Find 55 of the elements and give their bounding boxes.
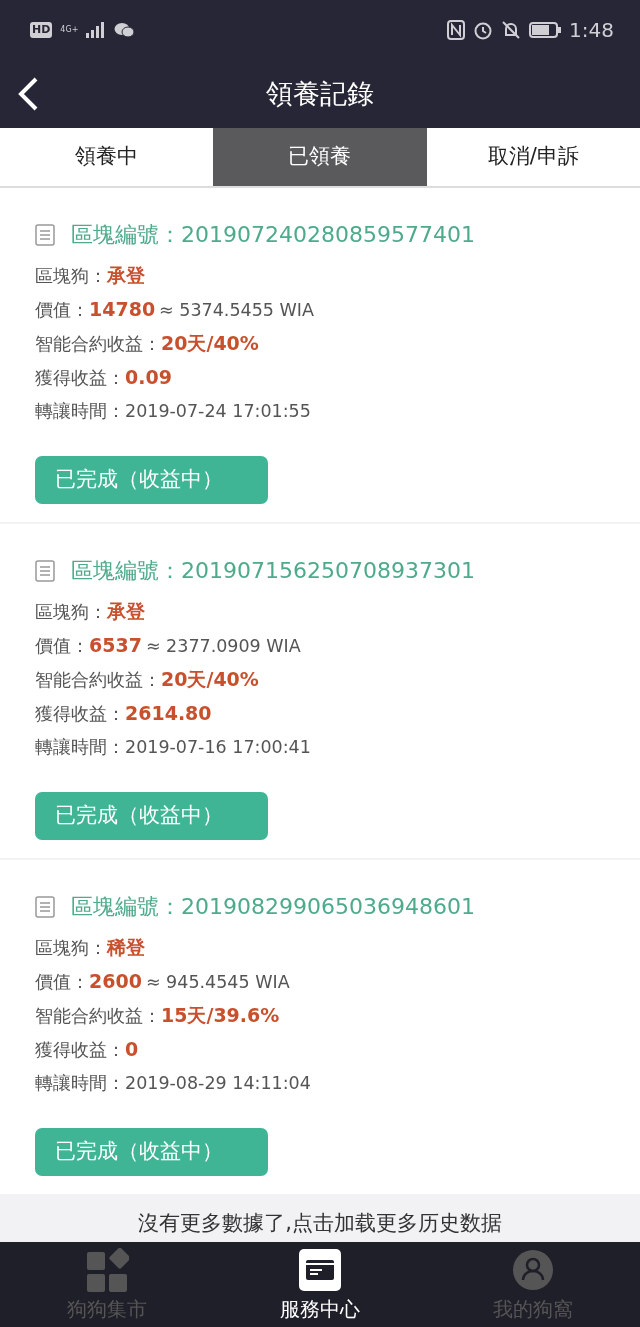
signal-icon [86, 22, 107, 38]
field-value: 2019-07-16 17:00:41 [125, 736, 311, 759]
field-label: 獲得收益： [35, 367, 125, 390]
field-value: 稀登 [107, 935, 145, 960]
chat-icon [114, 22, 135, 38]
field-value: 0 [125, 1037, 139, 1062]
field-label: 價值： [35, 299, 89, 322]
field-label: 轉讓時間： [35, 736, 125, 759]
field-label: 獲得收益： [35, 1039, 125, 1062]
list-icon [35, 223, 55, 246]
field-value: 6537 [89, 633, 142, 658]
list-icon [35, 559, 55, 582]
card-icon [298, 1248, 342, 1294]
nav-tab[interactable]: 服務中心 [213, 1242, 427, 1327]
field-note: ≈ 2377.0909 WIA [145, 635, 301, 658]
field-value: 14780 [89, 297, 156, 322]
field-note: ≈ 945.4545 WIA [145, 971, 290, 994]
field-label: 獲得收益： [35, 703, 125, 726]
field-value: 2600 [89, 969, 142, 994]
block-number: 區塊編號：201908299065036948601 [71, 893, 475, 921]
alarm-icon [473, 20, 494, 40]
field-value: 2614.80 [125, 701, 212, 726]
load-more-message[interactable]: 沒有更多數據了,点击加载更多历史数据 [138, 1211, 502, 1235]
field-label: 價值： [35, 635, 89, 658]
field-value: 2019-07-24 17:01:55 [125, 400, 311, 423]
field-label: 智能合約收益： [35, 333, 161, 356]
grid-icon [84, 1248, 129, 1294]
block-number: 區塊編號：201907156250708937301 [71, 557, 475, 585]
network-badge: HD [30, 22, 53, 38]
field-value: 20天/40% [161, 331, 259, 356]
field-value: 20天/40% [161, 667, 259, 692]
field-label: 價值： [35, 971, 89, 994]
field-note: ≈ 5374.5455 WIA [159, 299, 314, 322]
field-label: 轉讓時間： [35, 400, 125, 423]
block-number: 區塊編號：201907240280859577401 [71, 221, 475, 249]
list-icon [35, 895, 55, 918]
field-label: 區塊狗： [35, 601, 107, 624]
field-value: 承登 [107, 599, 145, 624]
field-label: 智能合約收益： [35, 669, 161, 692]
network-type: 4G+ [60, 26, 79, 34]
muted-bell-icon [501, 20, 522, 40]
field-value: 2019-08-29 14:11:04 [125, 1072, 311, 1095]
field-label: 區塊狗： [35, 265, 107, 288]
field-value: 0.09 [125, 365, 172, 390]
field-label: 區塊狗： [35, 937, 107, 960]
field-label: 智能合約收益： [35, 1005, 161, 1028]
clock-time: 1:48 [569, 17, 614, 44]
field-value: 承登 [107, 263, 145, 288]
back-icon[interactable] [16, 76, 40, 112]
nfc-icon [447, 20, 466, 40]
battery-icon [529, 22, 562, 38]
page-title: 領養記錄 [266, 76, 374, 111]
tab[interactable]: 已領養 [213, 128, 427, 186]
field-value: 15天/39.6% [161, 1003, 280, 1028]
field-label: 轉讓時間： [35, 1072, 125, 1095]
